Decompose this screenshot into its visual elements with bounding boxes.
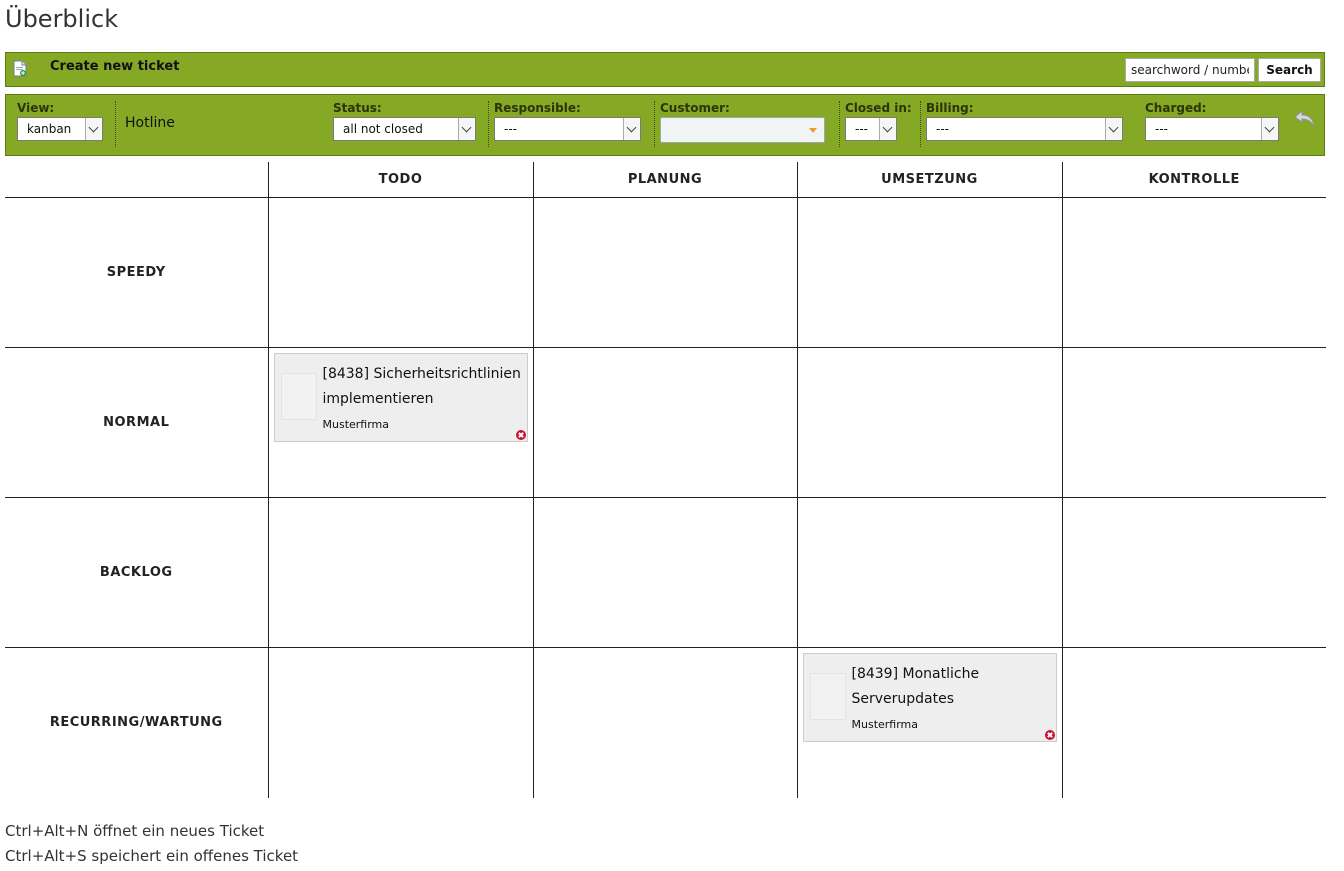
row-label-backlog: BACKLOG xyxy=(5,497,268,648)
create-new-ticket-link[interactable]: Create new ticket xyxy=(50,59,179,74)
board-cell[interactable] xyxy=(1061,497,1326,648)
row-label-normal: NORMAL xyxy=(5,347,268,498)
customer-label: Customer: xyxy=(660,101,730,115)
closed-in-select[interactable]: --- xyxy=(845,117,897,141)
ticket-card[interactable]: [8439] Monatliche Serverupdates Musterfi… xyxy=(802,653,1057,742)
shortcut-hint-new: Ctrl+Alt+N öffnet ein neues Ticket xyxy=(5,822,265,840)
column-header-kontrolle: KONTROLLE xyxy=(1061,162,1326,198)
new-document-icon[interactable] xyxy=(13,60,27,77)
filter-divider xyxy=(654,101,655,147)
search-button[interactable]: Search xyxy=(1258,58,1321,82)
billing-label: Billing: xyxy=(926,101,974,115)
column-header-todo: TODO xyxy=(267,162,533,198)
board-corner-cell xyxy=(5,162,268,198)
responsible-label: Responsible: xyxy=(494,101,581,115)
board-cell[interactable] xyxy=(267,197,533,348)
board-cell[interactable] xyxy=(796,347,1062,498)
customer-select[interactable] xyxy=(660,117,825,143)
responsible-select[interactable]: --- xyxy=(494,117,641,141)
billing-select[interactable]: --- xyxy=(926,117,1123,141)
board-cell[interactable] xyxy=(1061,347,1326,498)
board-cell[interactable] xyxy=(1061,197,1326,348)
filter-bar: View: kanban Hotline Status: all not clo… xyxy=(5,94,1325,156)
board-cell[interactable] xyxy=(1061,647,1326,798)
caret-down-icon xyxy=(809,128,817,133)
charged-label: Charged: xyxy=(1145,101,1207,115)
chevron-down-icon xyxy=(458,118,475,140)
column-header-umsetzung: UMSETZUNG xyxy=(796,162,1062,198)
board-cell[interactable]: [8438] Sicherheitsrichtlinien implementi… xyxy=(267,347,533,498)
delete-icon[interactable] xyxy=(515,430,526,440)
ticket-toolbar: Create new ticket Search xyxy=(5,52,1325,87)
filter-divider xyxy=(839,101,840,147)
closed-in-select-value: --- xyxy=(855,122,868,136)
row-label-recurring-wartung: RECURRING/WARTUNG xyxy=(49,715,223,731)
board-cell[interactable] xyxy=(532,347,797,498)
board-cell[interactable]: [8439] Monatliche Serverupdates Musterfi… xyxy=(796,647,1062,798)
filter-divider xyxy=(920,101,921,147)
chevron-down-icon xyxy=(623,118,640,140)
ticket-thumbnail xyxy=(809,673,846,720)
search-input[interactable] xyxy=(1125,58,1255,82)
view-select-value: kanban xyxy=(27,122,72,136)
hotline-label: Hotline xyxy=(125,115,175,131)
chevron-down-icon xyxy=(85,118,102,140)
charged-select[interactable]: --- xyxy=(1145,117,1279,141)
ticket-thumbnail xyxy=(280,373,317,420)
row-label-speedy: SPEEDY xyxy=(5,197,268,348)
view-select[interactable]: kanban xyxy=(17,117,103,141)
charged-select-value: --- xyxy=(1155,122,1168,136)
closed-in-label: Closed in: xyxy=(845,101,912,115)
billing-select-value: --- xyxy=(936,122,949,136)
filter-divider xyxy=(115,101,116,147)
board-cell[interactable] xyxy=(796,497,1062,648)
view-label: View: xyxy=(17,101,55,115)
ticket-card[interactable]: [8438] Sicherheitsrichtlinien implementi… xyxy=(273,353,528,442)
status-label: Status: xyxy=(333,101,382,115)
page-title: Überblick xyxy=(5,5,119,33)
ticket-customer: Musterfirma xyxy=(851,718,919,731)
chevron-down-icon xyxy=(879,118,896,140)
filter-divider xyxy=(488,101,489,147)
column-header-planung: PLANUNG xyxy=(532,162,797,198)
delete-icon[interactable] xyxy=(1044,730,1055,740)
board-cell[interactable] xyxy=(532,497,797,648)
board-cell[interactable] xyxy=(267,497,533,648)
status-select[interactable]: all not closed xyxy=(333,117,476,141)
shortcut-hint-save: Ctrl+Alt+S speichert ein offenes Ticket xyxy=(5,847,299,865)
ticket-title: [8439] Monatliche Serverupdates xyxy=(851,666,980,707)
ticket-customer: Musterfirma xyxy=(322,418,390,431)
board-cell[interactable] xyxy=(532,197,797,348)
responsible-select-value: --- xyxy=(504,122,517,136)
board-cell[interactable] xyxy=(532,647,797,798)
board-cell[interactable] xyxy=(796,197,1062,348)
chevron-down-icon xyxy=(1105,118,1122,140)
kanban-board: TODO PLANUNG UMSETZUNG KONTROLLE SPEEDY … xyxy=(5,162,1326,798)
undo-arrow-icon[interactable] xyxy=(1294,109,1316,127)
board-cell[interactable] xyxy=(267,647,533,798)
status-select-value: all not closed xyxy=(343,122,423,136)
ticket-title: [8438] Sicherheitsrichtlinien implementi… xyxy=(322,366,521,407)
chevron-down-icon xyxy=(1261,118,1278,140)
